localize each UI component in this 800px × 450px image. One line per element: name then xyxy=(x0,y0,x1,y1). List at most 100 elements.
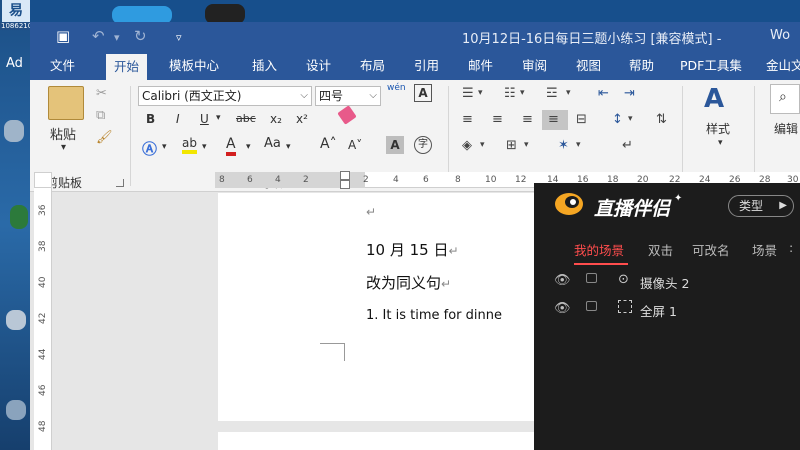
character-border-icon[interactable]: A xyxy=(414,84,432,102)
tab-layout[interactable]: 布局 xyxy=(352,52,393,80)
bullets-icon[interactable]: ☰ xyxy=(462,86,474,101)
font-name-select[interactable]: Calibri (西文正文) ⌵ xyxy=(138,86,312,106)
borders-dropdown-icon[interactable]: ▾ xyxy=(524,140,529,150)
borders-icon[interactable]: ⊞ xyxy=(506,138,517,153)
desktop-shortcut-icon[interactable] xyxy=(10,205,28,229)
numbering-icon[interactable]: ☷ xyxy=(504,86,516,101)
superscript-icon[interactable]: x² xyxy=(296,112,308,126)
font-size-select[interactable]: 四号 ⌵ xyxy=(315,86,381,106)
tab-design[interactable]: 设计 xyxy=(298,52,339,80)
styles-icon[interactable]: A xyxy=(704,84,724,114)
document-line-instruction[interactable]: 改为同义句↵ xyxy=(366,272,451,293)
search-icon[interactable]: ⌕ xyxy=(770,84,800,114)
paste-dropdown-icon[interactable]: ▾ xyxy=(61,142,66,153)
shading-icon[interactable]: ◈ xyxy=(462,138,472,153)
scene-tab-my-scenes[interactable]: 我的场景 xyxy=(574,240,624,259)
font-color-dropdown-icon[interactable]: ▾ xyxy=(246,142,251,152)
tab-stop-selector[interactable] xyxy=(34,172,52,188)
undo-dropdown-icon[interactable]: ▾ xyxy=(114,31,120,44)
paste-button-label[interactable]: 粘贴 xyxy=(50,124,76,143)
desktop-shortcut-icon[interactable] xyxy=(6,400,26,420)
change-case-icon[interactable]: Aa xyxy=(264,136,281,151)
tab-mailings[interactable]: 邮件 xyxy=(460,52,501,80)
multilevel-dropdown-icon[interactable]: ▾ xyxy=(566,88,571,98)
shading-dropdown-icon[interactable]: ▾ xyxy=(480,140,485,150)
increase-indent-icon[interactable]: ⇥ xyxy=(624,86,635,101)
italic-icon[interactable]: I xyxy=(176,112,180,126)
decrease-indent-icon[interactable]: ⇤ xyxy=(598,86,609,101)
save-icon[interactable]: ▣ xyxy=(56,27,70,45)
document-line-date[interactable]: 10 月 15 日↵ xyxy=(366,239,459,260)
grow-font-icon[interactable]: A˄ xyxy=(320,136,337,152)
tab-review[interactable]: 审阅 xyxy=(514,52,555,80)
undo-icon[interactable]: ↶ xyxy=(92,27,105,45)
tab-template-center[interactable]: 模板中心 xyxy=(161,52,227,80)
multilevel-list-icon[interactable]: ☲ xyxy=(546,86,558,101)
character-shading-icon[interactable]: A xyxy=(386,136,404,154)
enclose-characters-icon[interactable]: 字 xyxy=(414,136,432,154)
copy-icon[interactable]: ⧉ xyxy=(96,108,105,123)
scene-tab-double-click[interactable]: 双击 xyxy=(648,240,673,259)
change-case-dropdown-icon[interactable]: ▾ xyxy=(286,142,291,152)
desktop-taskbar-app-icon[interactable] xyxy=(205,4,245,24)
tab-references[interactable]: 引用 xyxy=(406,52,447,80)
styles-dropdown-icon[interactable]: ▾ xyxy=(718,138,723,148)
tab-file[interactable]: 文件 xyxy=(42,52,83,80)
show-marks-icon[interactable]: ↵ xyxy=(622,138,633,153)
lock-icon[interactable] xyxy=(586,301,597,311)
highlight-dropdown-icon[interactable]: ▾ xyxy=(202,142,207,152)
strikethrough-icon[interactable]: abc xyxy=(236,112,256,125)
scene-tab-renamable[interactable]: 可改名 xyxy=(692,240,730,259)
line-spacing-icon[interactable]: ↕ xyxy=(612,112,623,127)
line-spacing-dropdown-icon[interactable]: ▾ xyxy=(628,114,633,124)
redo-icon[interactable]: ↻ xyxy=(134,27,147,45)
source-row[interactable]: 👁 全屏 1 xyxy=(534,297,800,323)
phonetic-guide-icon[interactable]: wén xyxy=(387,83,406,93)
next-document-page[interactable] xyxy=(218,432,538,450)
underline-dropdown-icon[interactable]: ▾ xyxy=(216,113,221,123)
numbering-dropdown-icon[interactable]: ▾ xyxy=(520,88,525,98)
type-button[interactable]: 类型 ▶ xyxy=(728,195,794,217)
format-painter-icon[interactable]: 🖌 xyxy=(96,130,113,145)
visibility-eye-icon[interactable]: 👁 xyxy=(554,301,571,316)
tab-view[interactable]: 视图 xyxy=(568,52,609,80)
sort-icon[interactable]: ⇅ xyxy=(656,112,667,127)
document-line-question[interactable]: 1. It is time for dinne xyxy=(366,308,502,323)
source-row[interactable]: 👁 ⊙ 摄像头 2 xyxy=(534,269,800,295)
align-center-icon[interactable]: ≡ xyxy=(492,112,503,127)
visibility-eye-icon[interactable]: 👁 xyxy=(554,273,571,288)
tab-pdf-tools[interactable]: PDF工具集 xyxy=(672,52,750,80)
text-effects-icon[interactable]: Ⓐ xyxy=(142,138,157,159)
paste-icon[interactable] xyxy=(48,86,84,120)
desktop-shortcut-icon[interactable] xyxy=(6,310,26,330)
indent-marker[interactable] xyxy=(340,180,350,189)
tab-insert[interactable]: 插入 xyxy=(244,52,285,80)
edit-button-label[interactable]: 编辑 xyxy=(774,120,798,137)
bullets-dropdown-icon[interactable]: ▾ xyxy=(478,88,483,98)
subscript-icon[interactable]: x₂ xyxy=(270,112,282,126)
text-effects-dropdown-icon[interactable]: ▾ xyxy=(162,142,167,152)
clipboard-launcher-icon[interactable] xyxy=(116,179,124,187)
desktop-app-logo[interactable]: 易 xyxy=(2,0,30,22)
customize-toolbar-icon[interactable]: ▿ xyxy=(176,31,182,44)
asian-layout-icon[interactable]: ✶ xyxy=(558,138,569,153)
tab-help[interactable]: 帮助 xyxy=(621,52,662,80)
tab-kingsoft[interactable]: 金山文 xyxy=(758,52,800,80)
font-color-icon[interactable]: A xyxy=(226,136,236,156)
shrink-font-icon[interactable]: A˅ xyxy=(348,138,362,152)
scene-tab-scene[interactable]: 场景 xyxy=(752,240,777,259)
distributed-icon[interactable]: ⊟ xyxy=(576,112,587,127)
chinese-layout-icon[interactable]: ≡ xyxy=(462,112,473,127)
clear-formatting-icon[interactable] xyxy=(337,105,357,125)
tab-home[interactable]: 开始 xyxy=(106,54,148,80)
underline-icon[interactable]: U xyxy=(200,112,209,126)
indent-marker[interactable] xyxy=(340,171,350,180)
styles-button-label[interactable]: 样式 xyxy=(706,120,730,137)
align-right-icon[interactable]: ≡ xyxy=(522,112,533,127)
document-page[interactable]: ↵ 10 月 15 日↵ 改为同义句↵ 1. It is time for di… xyxy=(218,193,538,421)
highlight-color-icon[interactable]: ab xyxy=(182,136,197,154)
cut-icon[interactable]: ✂ xyxy=(96,86,107,101)
desktop-shortcut-icon[interactable] xyxy=(4,120,24,142)
bold-icon[interactable]: B xyxy=(146,112,155,126)
asian-layout-dropdown-icon[interactable]: ▾ xyxy=(576,140,581,150)
